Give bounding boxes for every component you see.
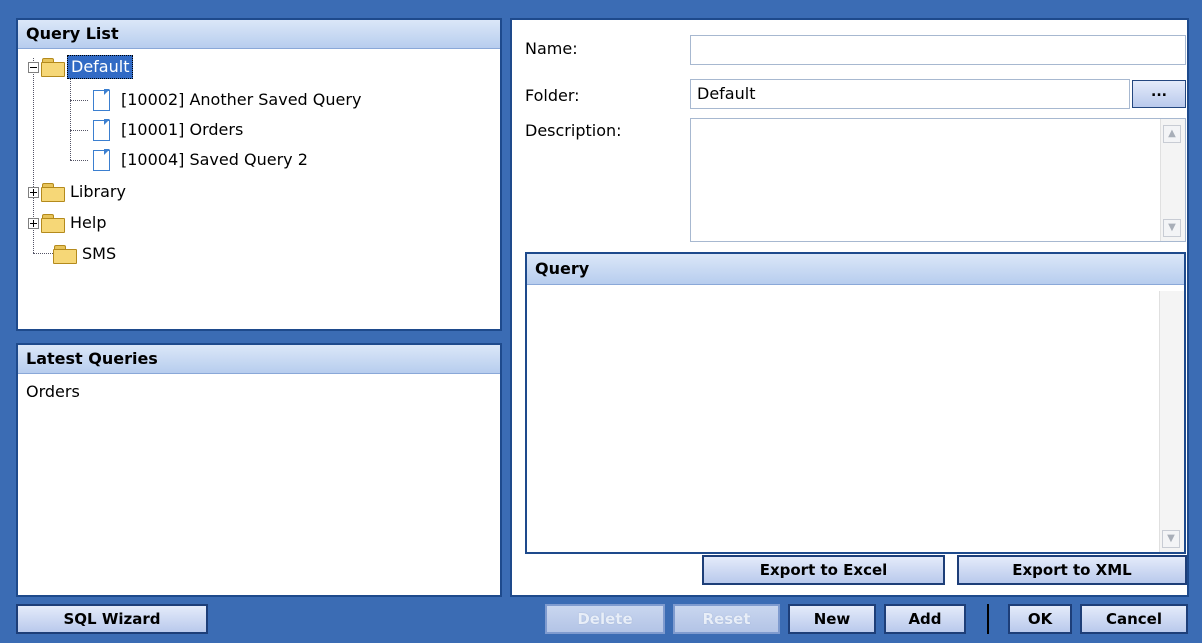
tree-connector bbox=[70, 73, 71, 160]
latest-queries-list: Orders bbox=[18, 374, 500, 409]
document-icon bbox=[92, 149, 110, 171]
add-button[interactable]: Add bbox=[884, 604, 966, 634]
tree-item-label[interactable]: [10002] Another Saved Query bbox=[118, 89, 364, 111]
folder-icon bbox=[41, 58, 65, 77]
tree-folder-default[interactable]: Default bbox=[28, 55, 134, 79]
tree-folder-label[interactable]: Default bbox=[67, 55, 134, 79]
latest-queries-panel: Latest Queries Orders bbox=[16, 343, 502, 597]
export-xml-button[interactable]: Export to XML bbox=[957, 555, 1187, 585]
query-editor-panel: Query ▼ bbox=[525, 252, 1186, 554]
name-input[interactable] bbox=[690, 35, 1186, 65]
folder-field[interactable]: Default bbox=[690, 79, 1130, 109]
chevron-down-icon[interactable]: ▼ bbox=[1162, 530, 1180, 548]
folder-label: Folder: bbox=[525, 86, 580, 105]
folder-icon bbox=[41, 214, 65, 233]
tree-folder-library[interactable]: Library bbox=[28, 180, 129, 204]
sql-wizard-button[interactable]: SQL Wizard bbox=[16, 604, 208, 634]
tree-connector bbox=[70, 160, 88, 161]
tree-item-label[interactable]: [10001] Orders bbox=[118, 119, 246, 141]
tree-folder-help[interactable]: Help bbox=[28, 211, 109, 235]
tree-folder-label[interactable]: Help bbox=[67, 212, 109, 234]
name-label: Name: bbox=[525, 39, 578, 58]
tree-item-label[interactable]: [10004] Saved Query 2 bbox=[118, 149, 311, 171]
new-button[interactable]: New bbox=[788, 604, 876, 634]
latest-queries-title: Latest Queries bbox=[18, 345, 500, 374]
query-list-title: Query List bbox=[18, 20, 500, 49]
folder-icon bbox=[41, 183, 65, 202]
tree-folder-label[interactable]: SMS bbox=[79, 243, 119, 265]
export-excel-button[interactable]: Export to Excel bbox=[702, 555, 945, 585]
tree-folder-sms[interactable]: SMS bbox=[41, 242, 119, 266]
document-icon bbox=[92, 89, 110, 111]
cancel-button[interactable]: Cancel bbox=[1080, 604, 1188, 634]
ok-button[interactable]: OK bbox=[1008, 604, 1072, 634]
query-textarea[interactable]: ▼ bbox=[527, 285, 1184, 552]
query-scrollbar[interactable]: ▼ bbox=[1159, 291, 1184, 552]
chevron-up-icon[interactable]: ▲ bbox=[1163, 125, 1181, 143]
tree-connector bbox=[70, 130, 88, 131]
tree-connector bbox=[70, 100, 88, 101]
query-details-panel: Name: Folder: Default ... Description: ▲… bbox=[510, 18, 1189, 597]
expand-toggle-icon[interactable] bbox=[28, 186, 39, 198]
query-title: Query bbox=[527, 254, 1184, 285]
query-list-panel: Query List Default [10002] Another Saved… bbox=[16, 18, 502, 331]
description-scrollbar[interactable]: ▲ ▼ bbox=[1160, 119, 1185, 241]
chevron-down-icon[interactable]: ▼ bbox=[1163, 219, 1181, 237]
button-separator bbox=[987, 604, 989, 634]
tree-folder-label[interactable]: Library bbox=[67, 181, 129, 203]
tree-item-query[interactable]: [10004] Saved Query 2 bbox=[92, 148, 311, 172]
folder-icon bbox=[53, 245, 77, 264]
tree-item-query[interactable]: [10001] Orders bbox=[92, 118, 246, 142]
description-label: Description: bbox=[525, 121, 622, 140]
tree-item-query[interactable]: [10002] Another Saved Query bbox=[92, 88, 364, 112]
description-textarea[interactable]: ▲ ▼ bbox=[690, 118, 1186, 242]
latest-query-item[interactable]: Orders bbox=[26, 382, 492, 401]
folder-browse-button[interactable]: ... bbox=[1132, 80, 1186, 108]
delete-button[interactable]: Delete bbox=[545, 604, 665, 634]
document-icon bbox=[92, 119, 110, 141]
reset-button[interactable]: Reset bbox=[673, 604, 780, 634]
collapse-toggle-icon[interactable] bbox=[28, 61, 39, 73]
expand-toggle-icon[interactable] bbox=[28, 217, 39, 229]
